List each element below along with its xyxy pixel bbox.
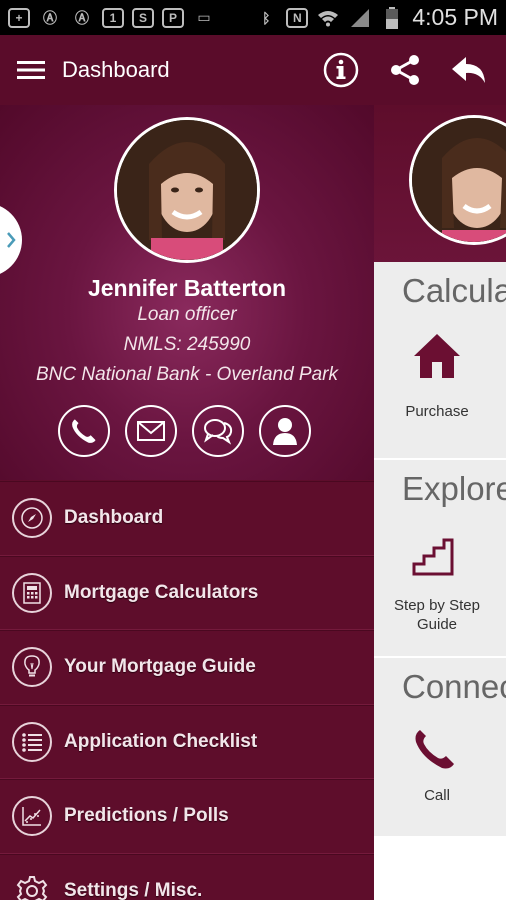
- chart-icon: [12, 796, 52, 837]
- email-button[interactable]: [125, 405, 177, 457]
- lightbulb-icon: [12, 647, 52, 688]
- s-app-icon: S: [132, 7, 154, 28]
- section-title: Connec: [402, 668, 506, 705]
- calendar-icon: 1: [102, 7, 124, 28]
- info-icon: [323, 52, 359, 88]
- chat-icon: [204, 419, 233, 445]
- nav-item-application-checklist[interactable]: Application Checklist: [0, 704, 374, 779]
- section-title: Explore: [402, 470, 506, 507]
- house-icon: [412, 332, 462, 385]
- section-title: Calcula: [402, 272, 506, 309]
- profile-company: BNC National Bank - Overland Park: [35, 364, 338, 385]
- connect-section: Connec Call: [374, 658, 506, 838]
- share-icon: [391, 55, 419, 85]
- notification-a-icon: Ⓐ: [43, 9, 57, 26]
- nav-item-label: Application Checklist: [64, 730, 258, 752]
- calculator-icon: [12, 572, 52, 613]
- nav-item-label: Your Mortgage Guide: [64, 656, 256, 678]
- contact-actions: [58, 405, 311, 457]
- p-app-icon: P: [162, 7, 184, 28]
- chevron-right-icon: [7, 232, 16, 248]
- person-icon: [273, 418, 297, 445]
- hamburger-icon: [17, 61, 45, 79]
- dashboard-header: [374, 105, 506, 262]
- menu-button[interactable]: [0, 35, 62, 105]
- profile-name: Jennifer Batterton: [87, 275, 287, 301]
- nfc-icon: N: [286, 7, 309, 28]
- info-button[interactable]: [318, 47, 364, 93]
- phone-icon: [412, 726, 458, 777]
- nav-item-mortgage-calculators[interactable]: Mortgage Calculators: [0, 555, 374, 630]
- avatar-background: [409, 115, 506, 245]
- app-toolbar: Dashboard: [0, 35, 506, 105]
- status-bar: + Ⓐ Ⓐ 1 S P ▭ ᛒ N 4:05 PM: [0, 0, 506, 35]
- chat-button[interactable]: [192, 405, 244, 457]
- signal-icon: [348, 7, 372, 29]
- profile-role: Loan officer: [137, 304, 237, 325]
- battery-icon: [380, 6, 404, 29]
- phone-icon: [72, 419, 96, 443]
- gear-icon: [12, 871, 52, 900]
- share-button[interactable]: [382, 47, 428, 93]
- wifi-icon: [316, 7, 340, 29]
- nav-item-mortgage-guide[interactable]: Your Mortgage Guide: [0, 630, 374, 705]
- dashboard-background-page: Calcula Purchase Explore Step by Step Gu…: [374, 105, 506, 900]
- envelope-icon: [137, 421, 165, 441]
- list-icon: [12, 721, 52, 762]
- page-title: Dashboard: [62, 57, 170, 82]
- nav-item-predictions-polls[interactable]: Predictions / Polls: [0, 779, 374, 854]
- avatar: [114, 117, 260, 263]
- drawer-handle[interactable]: [0, 203, 22, 277]
- nav-item-dashboard[interactable]: Dashboard: [0, 481, 374, 556]
- message-icon: ▭: [197, 9, 211, 25]
- tile-purchase[interactable]: Purchase: [374, 402, 500, 421]
- nav-item-label: Predictions / Polls: [64, 805, 229, 827]
- nav-item-label: Settings / Misc.: [64, 879, 203, 900]
- nav-item-label: Mortgage Calculators: [64, 581, 259, 603]
- tile-call[interactable]: Call: [374, 786, 500, 805]
- nav-item-label: Dashboard: [64, 507, 164, 529]
- profile-nmls: NMLS: 245990: [123, 334, 251, 355]
- call-button[interactable]: [58, 405, 110, 457]
- navigation-menu: Dashboard Mortgage Calculators Your Mort…: [0, 481, 374, 900]
- reply-icon: [452, 57, 485, 83]
- back-button[interactable]: [446, 47, 492, 93]
- clock: 4:05 PM: [412, 4, 498, 30]
- add-notification-icon: +: [8, 7, 30, 28]
- nav-item-settings[interactable]: Settings / Misc.: [0, 853, 374, 900]
- stairs-icon: [412, 538, 454, 581]
- contact-card-button[interactable]: [259, 405, 311, 457]
- calculators-section: Calcula Purchase: [374, 262, 506, 460]
- navigation-drawer: Jennifer Batterton Loan officer NMLS: 24…: [0, 105, 374, 900]
- notification-a2-icon: Ⓐ: [75, 9, 89, 26]
- explore-section: Explore Step by Step Guide: [374, 460, 506, 658]
- bluetooth-icon: ᛒ: [262, 9, 271, 26]
- compass-icon: [12, 498, 52, 539]
- tile-step-guide[interactable]: Step by Step Guide: [374, 596, 500, 634]
- profile-card: Jennifer Batterton Loan officer NMLS: 24…: [0, 105, 374, 480]
